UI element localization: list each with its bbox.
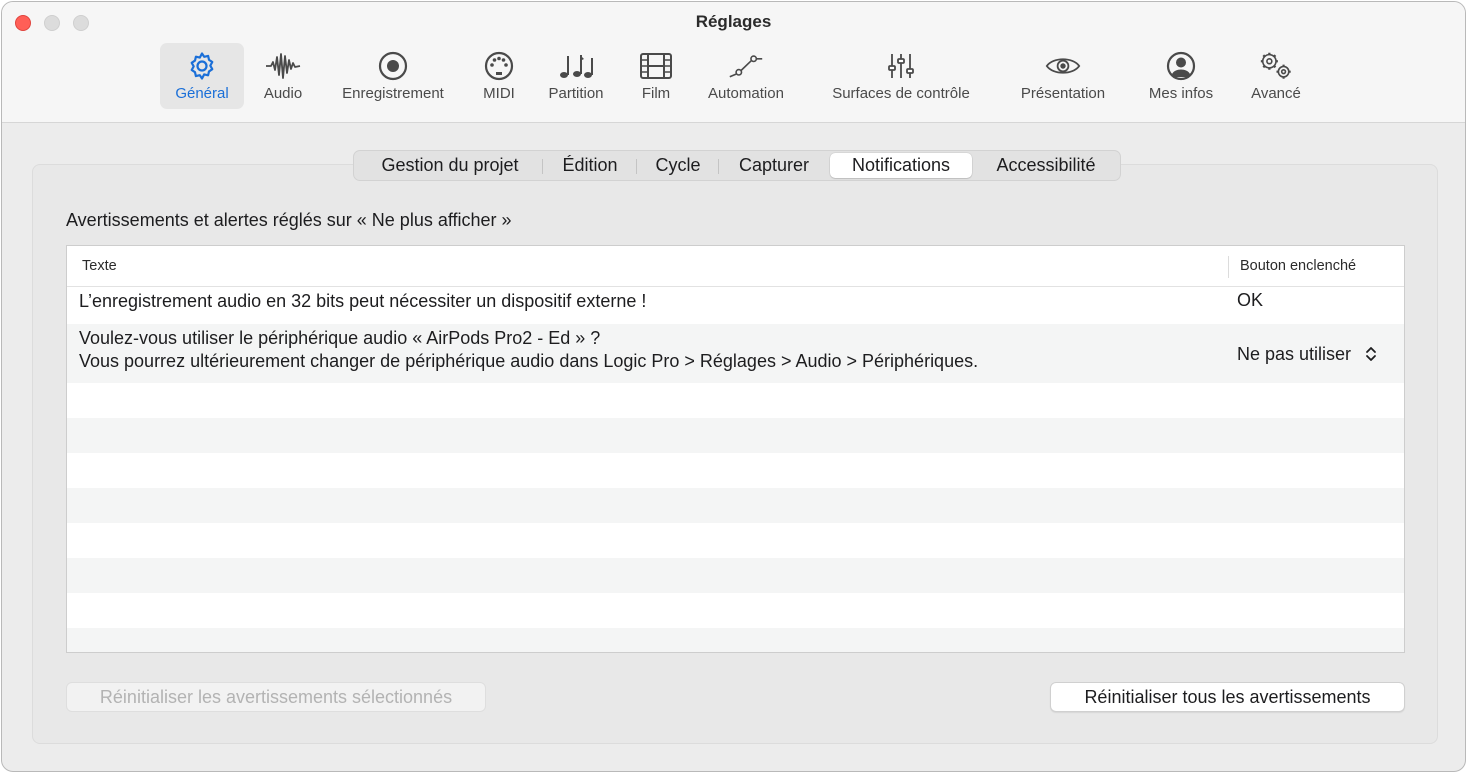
toolbar-general[interactable]: Général: [160, 43, 244, 109]
empty-row: [67, 523, 1404, 558]
tab-bar: Gestion du projet Édition Cycle Capturer…: [353, 150, 1121, 181]
window-title: Réglages: [695, 12, 772, 31]
toolbar-score-label: Partition: [548, 85, 604, 102]
tab-project-handling[interactable]: Gestion du projet: [360, 153, 540, 178]
automation-curve-icon: [728, 49, 764, 83]
reset-all-button[interactable]: Réinitialiser tous les avertissements: [1050, 682, 1405, 712]
row-text-line1: Voulez-vous utiliser le périphérique aud…: [79, 328, 601, 348]
toolbar-audio-label: Audio: [263, 85, 303, 102]
empty-row: [67, 488, 1404, 523]
empty-row: [67, 558, 1404, 593]
eye-icon: [1045, 49, 1081, 83]
toolbar-recording-label: Enregistrement: [342, 85, 444, 102]
toolbar-advanced-label: Avancé: [1251, 85, 1301, 102]
chevron-updown-icon: [1365, 345, 1377, 363]
toolbar-automation-label: Automation: [708, 85, 784, 102]
empty-row: [67, 593, 1404, 628]
tab-divider: [542, 159, 543, 174]
toolbar-general-label: Général: [175, 85, 229, 102]
button-popup[interactable]: Ne pas utiliser: [1237, 341, 1377, 367]
toolbar-advanced[interactable]: Avancé: [1242, 43, 1310, 109]
row-text: L’enregistrement audio en 32 bits peut n…: [79, 291, 647, 311]
toolbar-midi[interactable]: MIDI: [472, 43, 526, 109]
empty-row: [67, 628, 1404, 652]
tab-divider: [718, 159, 719, 174]
toolbar-score[interactable]: Partition: [540, 43, 612, 109]
empty-row: [67, 453, 1404, 488]
toolbar-my-info-label: Mes infos: [1148, 85, 1214, 102]
column-header-text[interactable]: Texte: [82, 258, 117, 274]
section-title: Avertissements et alertes réglés sur « N…: [66, 210, 512, 230]
title-bar: Réglages Général Audio Enregistrement MI: [2, 2, 1465, 123]
toolbar-control-surfaces-label: Surfaces de contrôle: [832, 85, 970, 102]
column-header-button[interactable]: Bouton enclenché: [1240, 258, 1356, 274]
tab-notifications[interactable]: Notifications: [830, 153, 972, 178]
toolbar-my-info[interactable]: Mes infos: [1138, 43, 1224, 109]
table-row[interactable]: L’enregistrement audio en 32 bits peut n…: [67, 287, 1404, 324]
table-row[interactable]: Voulez-vous utiliser le périphérique aud…: [67, 324, 1404, 383]
tab-divider: [636, 159, 637, 174]
sliders-icon: [883, 49, 919, 83]
waveform-icon: [265, 49, 301, 83]
reset-selected-button[interactable]: Réinitialiser les avertissements sélecti…: [66, 682, 486, 712]
settings-window: Réglages Général Audio Enregistrement MI: [1, 1, 1466, 772]
toolbar-midi-label: MIDI: [483, 85, 515, 102]
warnings-table: Texte Bouton enclenché L’enregistrement …: [66, 245, 1405, 653]
tab-cycle[interactable]: Cycle: [640, 153, 716, 178]
column-separator[interactable]: [1228, 256, 1229, 278]
gear-icon: [184, 49, 220, 83]
person-icon: [1163, 49, 1199, 83]
empty-row: [67, 383, 1404, 418]
empty-row: [67, 418, 1404, 453]
row-button-value: OK: [1237, 290, 1264, 310]
toolbar-control-surfaces[interactable]: Surfaces de contrôle: [815, 43, 987, 109]
toolbar-display[interactable]: Présentation: [1006, 43, 1120, 109]
toolbar-automation[interactable]: Automation: [698, 43, 794, 109]
film-icon: [638, 49, 674, 83]
toolbar-display-label: Présentation: [1020, 85, 1106, 102]
midi-port-icon: [481, 49, 517, 83]
table-header: Texte Bouton enclenché: [67, 246, 1404, 287]
record-icon: [375, 49, 411, 83]
popup-value: Ne pas utiliser: [1237, 343, 1352, 364]
row-text-line2: Vous pourrez ultérieurement changer de p…: [79, 351, 979, 371]
tab-editing[interactable]: Édition: [546, 153, 634, 178]
toolbar-audio[interactable]: Audio: [252, 43, 314, 109]
toolbar-film[interactable]: Film: [630, 43, 682, 109]
music-notes-icon: [558, 49, 594, 83]
gears-icon: [1258, 49, 1294, 83]
toolbar-film-label: Film: [641, 85, 671, 102]
toolbar-recording[interactable]: Enregistrement: [331, 43, 455, 109]
tab-accessibility[interactable]: Accessibilité: [978, 153, 1114, 178]
tab-capture[interactable]: Capturer: [722, 153, 826, 178]
